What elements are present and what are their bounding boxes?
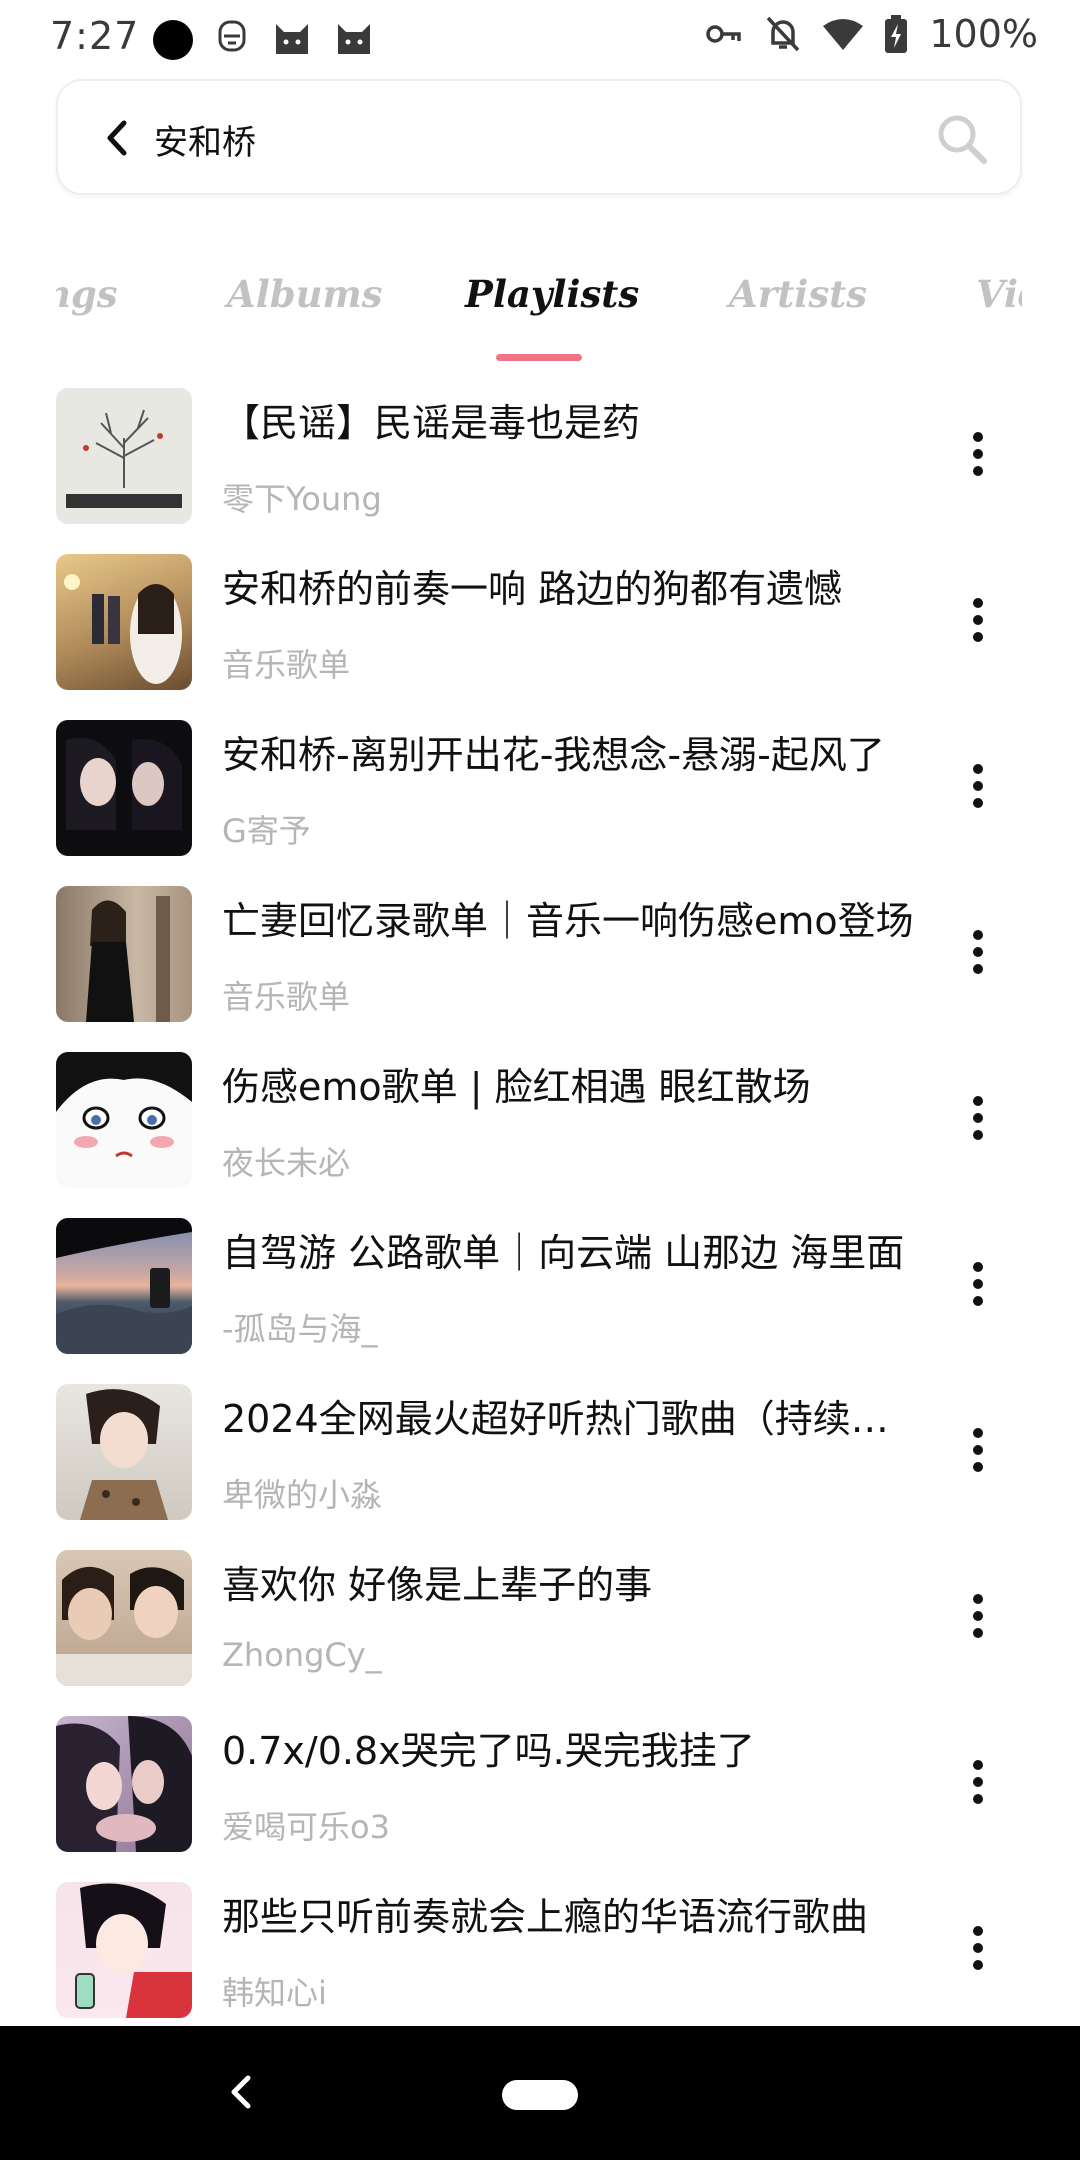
playlist-title: 自驾游 公路歌单｜向云端 山那边 海里面 bbox=[222, 1231, 905, 1275]
playlist-author: G寄予 bbox=[222, 812, 311, 850]
playlist-cover bbox=[56, 1384, 192, 1520]
tab-videos[interactable]: Vid bbox=[976, 272, 1022, 316]
playlist-cover bbox=[56, 388, 192, 524]
tab-artists[interactable]: Artists bbox=[729, 272, 867, 316]
list-item[interactable]: 亡妻回忆录歌单｜音乐一响伤感emo登场 音乐歌单 bbox=[0, 878, 1080, 1044]
more-options-icon[interactable] bbox=[960, 1424, 996, 1484]
playlist-author: 零下Young bbox=[222, 480, 382, 518]
battery-charging-icon bbox=[885, 15, 908, 53]
status-bar: 7:27 100% bbox=[0, 0, 1080, 76]
list-item[interactable]: 安和桥的前奏一响 路边的狗都有遗憾 音乐歌单 bbox=[0, 546, 1080, 712]
playlist-author: 夜长未必 bbox=[222, 1144, 351, 1182]
nav-home-pill[interactable] bbox=[502, 2080, 578, 2110]
more-options-icon[interactable] bbox=[960, 1756, 996, 1816]
status-time: 7:27 bbox=[50, 14, 140, 58]
back-arrow-icon[interactable] bbox=[98, 117, 138, 159]
list-item[interactable]: 自驾游 公路歌单｜向云端 山那边 海里面 -孤岛与海_ bbox=[0, 1210, 1080, 1376]
tab-songs[interactable]: ngs bbox=[56, 272, 118, 316]
playlist-author: 音乐歌单 bbox=[222, 978, 351, 1016]
search-bar[interactable]: 安和桥 bbox=[56, 79, 1022, 195]
tab-albums[interactable]: Albums bbox=[227, 272, 383, 316]
search-category-tabs: ngs Albums Playlists Artists Vid bbox=[56, 250, 1022, 370]
playlist-title: 亡妻回忆录歌单｜音乐一响伤感emo登场 bbox=[222, 899, 914, 943]
playlist-cover bbox=[56, 1550, 192, 1686]
search-icon[interactable] bbox=[934, 111, 990, 167]
list-item[interactable]: 那些只听前奏就会上瘾的华语流行歌曲 韩知心i bbox=[0, 1874, 1080, 2040]
search-input[interactable]: 安和桥 bbox=[154, 115, 256, 164]
more-options-icon[interactable] bbox=[960, 594, 996, 654]
playlist-cover bbox=[56, 720, 192, 856]
playlist-title: 安和桥的前奏一响 路边的狗都有遗憾 bbox=[222, 567, 843, 611]
playlist-cover bbox=[56, 1052, 192, 1188]
robot-icon bbox=[218, 20, 246, 52]
playlist-cover bbox=[56, 554, 192, 690]
list-item[interactable]: 喜欢你 好像是上辈子的事 ZhongCy_ bbox=[0, 1542, 1080, 1708]
playlist-title: 安和桥-离别开出花-我想念-悬溺-起风了 bbox=[222, 733, 885, 777]
list-item[interactable]: 【民谣】民谣是毒也是药 零下Young bbox=[0, 380, 1080, 546]
more-options-icon[interactable] bbox=[960, 1258, 996, 1318]
list-item[interactable]: 伤感emo歌单 | 脸红相遇 眼红散场 夜长未必 bbox=[0, 1044, 1080, 1210]
playlist-cover bbox=[56, 1716, 192, 1852]
system-navigation-bar bbox=[0, 2026, 1080, 2160]
more-options-icon[interactable] bbox=[960, 428, 996, 488]
playlist-title: 0.7x/0.8x哭完了吗.哭完我挂了 bbox=[222, 1729, 755, 1773]
more-options-icon[interactable] bbox=[960, 1922, 996, 1982]
playlist-author: ZhongCy_ bbox=[222, 1636, 382, 1674]
playlist-title: 喜欢你 好像是上辈子的事 bbox=[222, 1563, 653, 1607]
playlist-author: 卑微的小淼 bbox=[222, 1476, 383, 1514]
more-options-icon[interactable] bbox=[960, 1590, 996, 1650]
more-options-icon[interactable] bbox=[960, 926, 996, 986]
list-item[interactable]: 安和桥-离别开出花-我想念-悬溺-起风了 G寄予 bbox=[0, 712, 1080, 878]
cat-icon bbox=[338, 24, 370, 54]
more-options-icon[interactable] bbox=[960, 760, 996, 820]
playlist-cover bbox=[56, 1882, 192, 2018]
playlist-author: 音乐歌单 bbox=[222, 646, 351, 684]
tab-playlists[interactable]: Playlists bbox=[465, 272, 639, 316]
bell-off-icon bbox=[767, 16, 800, 52]
active-tab-indicator bbox=[496, 354, 582, 361]
playlist-title: 【民谣】民谣是毒也是药 bbox=[222, 401, 641, 445]
playlist-cover bbox=[56, 886, 192, 1022]
battery-level: 100% bbox=[929, 12, 1038, 56]
playlist-cover bbox=[56, 1218, 192, 1354]
playlist-author: 韩知心i bbox=[222, 1974, 327, 2012]
playlist-title: 伤感emo歌单 | 脸红相遇 眼红散场 bbox=[222, 1065, 811, 1109]
playlist-title: 2024全网最火超好听热门歌曲（持续更新） bbox=[222, 1397, 922, 1441]
nav-back-icon[interactable] bbox=[222, 2070, 262, 2114]
cat-icon bbox=[276, 24, 308, 54]
playlist-author: -孤岛与海_ bbox=[222, 1310, 378, 1348]
wifi-icon bbox=[823, 19, 864, 50]
playlist-author: 爱喝可乐o3 bbox=[222, 1808, 390, 1846]
list-item[interactable]: 2024全网最火超好听热门歌曲（持续更新） 卑微的小淼 bbox=[0, 1376, 1080, 1542]
more-options-icon[interactable] bbox=[960, 1092, 996, 1152]
list-item[interactable]: 0.7x/0.8x哭完了吗.哭完我挂了 爱喝可乐o3 bbox=[0, 1708, 1080, 1874]
playlist-title: 那些只听前奏就会上瘾的华语流行歌曲 bbox=[222, 1895, 869, 1939]
vpn-key-icon bbox=[706, 25, 742, 43]
notification-dot-icon bbox=[153, 20, 193, 60]
